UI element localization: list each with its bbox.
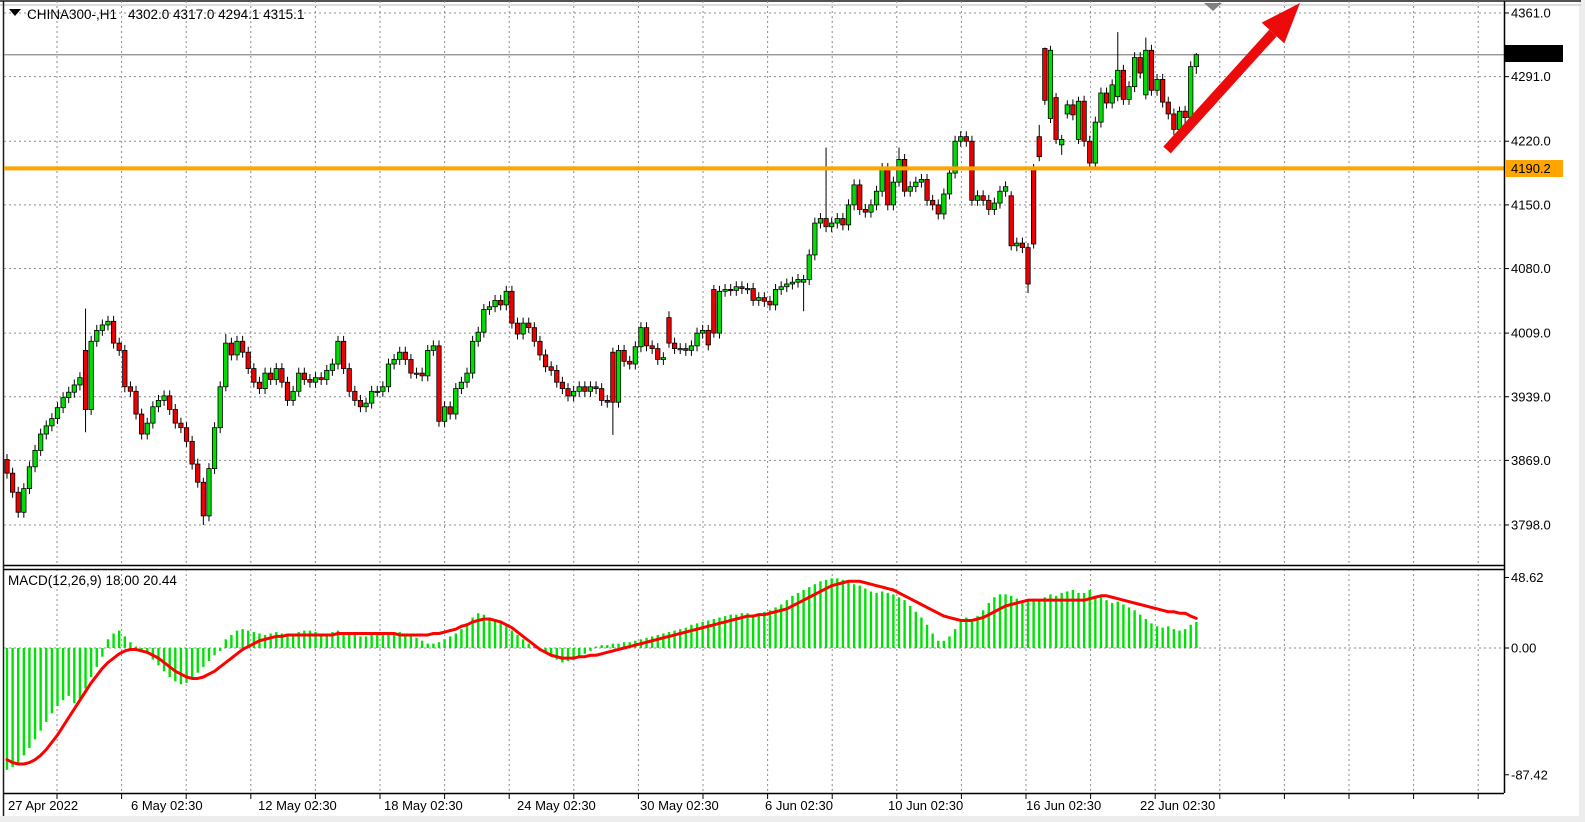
- time-axis-tick-label: 30 May 02:30: [640, 798, 719, 813]
- trading-chart: 4361.0 4291.0 4220.0 4150.0 4080.0 4009.0 3939…: [0, 0, 1585, 822]
- price-axis-tick-label: 4150.0: [1511, 197, 1551, 212]
- time-axis-tick-label: 6 Jun 02:30: [765, 798, 833, 813]
- time-axis-tick-label: 27 Apr 2022: [8, 798, 78, 813]
- price-axis-tick-label: 4080.0: [1511, 261, 1551, 276]
- time-axis-tick-label: 22 Jun 02:30: [1140, 798, 1215, 813]
- time-axis-tick-label: 10 Jun 02:30: [888, 798, 963, 813]
- window-right-edge: [1579, 0, 1585, 822]
- price-axis-tick-label: 4361.0: [1511, 6, 1551, 21]
- time-axis-tick-label: 16 Jun 02:30: [1026, 798, 1101, 813]
- price-axis-tick-label: 3939.0: [1511, 389, 1551, 404]
- time-axis-tick-label: 12 May 02:30: [258, 798, 337, 813]
- chart-window: 4361.0 4291.0 4220.0 4150.0 4080.0 4009.0 3939…: [0, 0, 1585, 822]
- macd-axis-tick-label: 0.00: [1511, 641, 1536, 656]
- macd-axis-tick-label: -87.42: [1511, 767, 1548, 782]
- svg-text:4190.2: 4190.2: [1511, 161, 1551, 176]
- time-axis-tick-label: 6 May 02:30: [131, 798, 203, 813]
- current-price-label: 4315.1: [1505, 45, 1563, 62]
- time-axis-tick-label: 18 May 02:30: [384, 798, 463, 813]
- time-axis-tick-label: 24 May 02:30: [517, 798, 596, 813]
- chart-title-symbol: CHINA300-,H1: [27, 7, 117, 22]
- price-axis-tick-label: 4291.0: [1511, 69, 1551, 84]
- window-background: [0, 0, 1585, 822]
- chart-title-ohlc: 4302.0 4317.0 4294.1 4315.1: [128, 7, 304, 22]
- price-axis-tick-label: 3869.0: [1511, 453, 1551, 468]
- svg-text:4315.1: 4315.1: [1511, 46, 1551, 61]
- macd-indicator-label: MACD(12,26,9) 18.00 20.44: [8, 573, 177, 588]
- macd-axis-tick-label: 48.62: [1511, 570, 1544, 585]
- price-axis-tick-label: 4009.0: [1511, 326, 1551, 341]
- price-axis-tick-label: 3798.0: [1511, 517, 1551, 532]
- window-bottom-edge: [0, 816, 1585, 822]
- price-axis-tick-label: 4220.0: [1511, 134, 1551, 149]
- hline-price-label: 4190.2: [1505, 160, 1563, 177]
